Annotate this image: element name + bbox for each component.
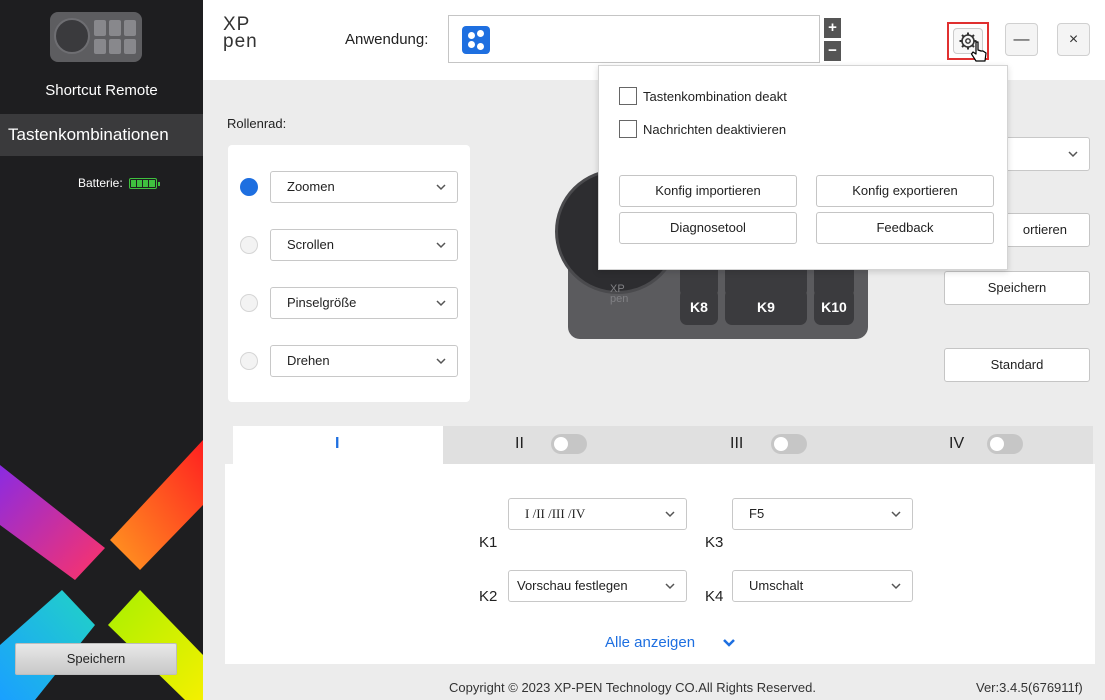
k3-dropdown-value: F5 (749, 506, 765, 521)
device-key-k10[interactable]: K10 (814, 289, 854, 325)
battery-status: Batterie: (78, 176, 160, 190)
roll-dropdown-rotate-label: Drehen (287, 353, 330, 368)
minimize-button[interactable]: — (1005, 23, 1038, 56)
tab-layer-1[interactable]: I (233, 426, 443, 464)
chevron-down-icon (891, 583, 901, 590)
disable-messages-checkbox[interactable] (619, 120, 637, 138)
tab-layer-4[interactable]: IV (873, 426, 1093, 464)
roll-dropdown-rotate[interactable]: Drehen (270, 345, 458, 377)
device-logo-bottom: pen (610, 293, 629, 305)
tab-layer-2-label: II (515, 435, 524, 452)
battery-label: Batterie: (78, 176, 123, 190)
device-name: Shortcut Remote (45, 82, 158, 99)
show-all-label: Alle anzeigen (605, 634, 696, 651)
chevron-down-icon (665, 511, 675, 518)
tab-layer-3[interactable]: III (658, 426, 873, 464)
k1-label: K1 (479, 534, 498, 551)
device-thumbnail (50, 12, 142, 62)
roll-option-rotate: Drehen (240, 345, 470, 377)
k1-dropdown-value: I /II /III /IV (525, 506, 586, 521)
roll-dropdown-scroll[interactable]: Scrollen (270, 229, 458, 261)
k4-dropdown[interactable]: Umschalt (732, 570, 913, 602)
roll-dropdown-zoom-label: Zoomen (287, 179, 335, 194)
version-text: Ver:3.4.5(676911f) (976, 680, 1083, 695)
roll-option-brush-size: Pinselgröße (240, 287, 470, 319)
mouse-cursor-icon (970, 41, 987, 62)
key-assignment-panel: K1 I /II /III /IV K3 F5 K2 Vorschau fest… (225, 464, 1095, 664)
k2-label: K2 (479, 588, 498, 605)
sidebar: Shortcut Remote Tastenkombinationen Batt… (0, 0, 203, 700)
roll-wheel-title: Rollenrad: (227, 116, 287, 131)
radio-brush-size[interactable] (240, 294, 258, 312)
device-thumbnail-wheel (54, 18, 90, 54)
roll-option-zoom: Zoomen (240, 171, 470, 203)
chevron-down-icon (1068, 151, 1078, 158)
disable-messages-label: Nachrichten deaktivieren (643, 121, 787, 137)
k1-dropdown[interactable]: I /II /III /IV (508, 498, 687, 530)
disable-shortcuts-label: Tastenkombination deakt (643, 88, 787, 104)
show-all-link[interactable]: Alle anzeigen (605, 634, 735, 651)
k3-dropdown[interactable]: F5 (732, 498, 913, 530)
device-key-k8[interactable]: K8 (680, 289, 718, 325)
diagnose-tool-button[interactable]: Diagnosetool (619, 212, 797, 244)
toggle-layer-3[interactable] (771, 434, 807, 454)
chevron-down-icon (436, 358, 446, 365)
k4-label: K4 (705, 588, 724, 605)
feedback-button[interactable]: Feedback (816, 212, 994, 244)
roll-wheel-panel: Zoomen Scrollen Pinselgröße Drehen (228, 145, 470, 402)
sidebar-item-shortcuts[interactable]: Tastenkombinationen (0, 114, 203, 156)
k3-label: K3 (705, 534, 724, 551)
xp-pen-logo: XP pen (223, 15, 267, 52)
k2-dropdown-value: Vorschau festlegen (517, 578, 628, 593)
chevron-down-icon (436, 242, 446, 249)
device-key-k9[interactable]: K9 (725, 289, 807, 325)
import-config-button[interactable]: Konfig importieren (619, 175, 797, 207)
chevron-down-icon (891, 511, 901, 518)
copyright-text: Copyright © 2023 XP-PEN Technology CO.Al… (449, 680, 817, 695)
application-selector[interactable] (448, 15, 820, 63)
tab-layer-3-label: III (730, 435, 744, 452)
tab-layer-4-label: IV (949, 435, 965, 452)
footer: Copyright © 2023 XP-PEN Technology CO.Al… (203, 670, 1105, 700)
save-button[interactable]: Speichern (944, 271, 1090, 305)
roll-dropdown-brush-size[interactable]: Pinselgröße (270, 287, 458, 319)
add-application-button[interactable]: + (824, 18, 841, 38)
default-button[interactable]: Standard (944, 348, 1090, 382)
radio-zoom[interactable] (240, 178, 258, 196)
device-logo: XP pen (610, 284, 629, 305)
roll-dropdown-scroll-label: Scrollen (287, 237, 334, 252)
k2-dropdown[interactable]: Vorschau festlegen (508, 570, 687, 602)
roll-dropdown-brush-size-label: Pinselgröße (287, 295, 357, 310)
disable-shortcuts-option[interactable]: Tastenkombination deakt (619, 87, 787, 105)
chevron-down-icon (723, 639, 735, 647)
tab-layer-1-label: I (335, 435, 340, 452)
application-label: Anwendung: (345, 31, 429, 48)
sidebar-save-button[interactable]: Speichern (15, 643, 177, 675)
export-config-button[interactable]: Konfig exportieren (816, 175, 994, 207)
roll-dropdown-zoom[interactable]: Zoomen (270, 171, 458, 203)
tab-layer-2[interactable]: II (443, 426, 658, 464)
logo-bottom: pen (223, 31, 258, 52)
settings-popup: Tastenkombination deakt Nachrichten deak… (598, 65, 1008, 270)
all-apps-icon (462, 26, 490, 54)
toggle-layer-2[interactable] (551, 434, 587, 454)
remove-application-button[interactable]: − (824, 41, 841, 61)
chevron-down-icon (436, 184, 446, 191)
device-thumbnail-keys (94, 20, 136, 54)
k4-dropdown-value: Umschalt (749, 578, 804, 593)
chevron-down-icon (436, 300, 446, 307)
close-button[interactable]: × (1057, 23, 1090, 56)
disable-messages-option[interactable]: Nachrichten deaktivieren (619, 120, 786, 138)
disable-shortcuts-checkbox[interactable] (619, 87, 637, 105)
chevron-down-icon (665, 583, 675, 590)
radio-rotate[interactable] (240, 352, 258, 370)
layer-tabs: I II III IV (233, 426, 1093, 464)
radio-scroll[interactable] (240, 236, 258, 254)
toggle-layer-4[interactable] (987, 434, 1023, 454)
roll-option-scroll: Scrollen (240, 229, 470, 261)
battery-icon (128, 177, 160, 189)
